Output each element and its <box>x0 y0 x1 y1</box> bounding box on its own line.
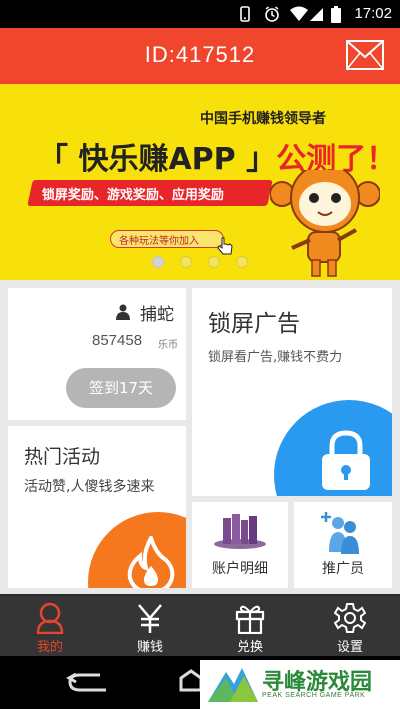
nav-icon-wrap <box>0 602 100 638</box>
promoter-label: 推广员 <box>322 561 364 577</box>
account-details-tile[interactable]: 账户明细 <box>192 502 288 588</box>
mountain-logo-icon <box>208 668 258 702</box>
coin-balance: 857458 <box>92 332 143 349</box>
promo-banner[interactable]: 中国手机赚钱领导者 「 快乐赚APP 」公测了！ 锁屏奖励、游戏奖励、应用奖励 … <box>0 84 400 280</box>
alarm-icon <box>265 6 279 22</box>
battery-icon <box>331 6 341 23</box>
nav-label-exchange: 兑换 <box>236 640 263 655</box>
back-icon[interactable] <box>66 672 110 694</box>
banner-page-indicator <box>150 256 250 270</box>
page-dot-2[interactable] <box>180 256 192 268</box>
watermark-subtitle: PEAK SEARCH GAME PARK <box>262 692 366 699</box>
user-id-title: ID:417512 <box>144 42 256 67</box>
lockscreen-ad-card[interactable]: 锁屏广告 锁屏看广告,赚钱不费力 <box>192 288 392 496</box>
status-time: 17:02 <box>354 5 392 22</box>
gear-icon <box>333 603 367 633</box>
coin-unit: 乐币 <box>158 340 178 351</box>
username: 捕蛇 <box>140 305 174 325</box>
page-dot-4[interactable] <box>236 256 248 268</box>
page-dot-3[interactable] <box>208 256 220 268</box>
gift-icon <box>235 605 265 635</box>
hot-activities-title: 热门活动 <box>24 446 101 468</box>
banner-ribbon-text: 锁屏奖励、游戏奖励、应用奖励 <box>41 188 224 203</box>
add-people-icon <box>321 512 359 554</box>
banner-pill-text: 各种玩法等你加入 <box>119 236 199 247</box>
signal-icon <box>310 8 323 21</box>
nav-label-settings: 设置 <box>336 640 363 655</box>
person-icon <box>36 602 64 635</box>
flame-icon <box>127 536 175 588</box>
nav-icon-wrap <box>300 602 400 638</box>
yen-icon <box>138 604 162 633</box>
tile-icon-wrap <box>294 510 392 560</box>
site-watermark: 寻峰游戏园 PEAK SEARCH GAME PARK <box>200 660 400 709</box>
banner-title-main: 快乐赚APP <box>68 142 247 177</box>
page-dot-1[interactable] <box>152 256 164 268</box>
banner-title-open: 「 <box>38 142 68 177</box>
nav-icon-wrap <box>200 602 300 638</box>
lock-icon <box>322 430 370 490</box>
nav-item-exchange[interactable]: 兑换 <box>200 596 300 656</box>
user-info-card: 捕蛇 857458 乐币 签到17天 <box>8 288 186 420</box>
nav-item-settings[interactable]: 设置 <box>300 596 400 656</box>
wifi-icon <box>290 6 308 21</box>
hot-activities-subtitle: 活动赞,人傻钱多速来 <box>24 479 155 495</box>
lockscreen-ad-subtitle: 锁屏看广告,赚钱不费力 <box>208 350 343 365</box>
bottom-navigation: 我的 赚钱 兑换 设置 <box>0 594 400 656</box>
nav-label-mine: 我的 <box>36 640 63 655</box>
nav-label-earn: 赚钱 <box>136 640 163 655</box>
banner-join-pill: 各种玩法等你加入 <box>110 230 224 248</box>
signin-button[interactable]: 签到17天 <box>66 368 176 408</box>
status-bar: 17:02 <box>0 0 400 28</box>
nav-item-mine[interactable]: 我的 <box>0 596 100 656</box>
nav-icon-wrap <box>100 602 200 638</box>
lockscreen-ad-title: 锁屏广告 <box>208 311 300 337</box>
account-details-label: 账户明细 <box>212 561 268 577</box>
tile-icon-wrap <box>192 510 288 554</box>
nav-item-earn[interactable]: 赚钱 <box>100 596 200 656</box>
user-icon <box>116 304 130 320</box>
vibrate-icon <box>240 6 250 22</box>
promoter-tile[interactable]: 推广员 <box>294 502 392 588</box>
banner-tagline: 中国手机赚钱领导者 <box>200 111 326 127</box>
mail-icon[interactable] <box>346 40 384 70</box>
banner-ribbon: 锁屏奖励、游戏奖励、应用奖励 <box>27 180 273 206</box>
hot-activities-card[interactable]: 热门活动 活动赞,人傻钱多速来 <box>8 426 186 588</box>
books-icon <box>214 514 266 549</box>
hand-cursor-icon <box>217 237 233 255</box>
app-header: ID:417512 <box>0 28 400 84</box>
monkey-mascot-icon <box>270 170 380 277</box>
